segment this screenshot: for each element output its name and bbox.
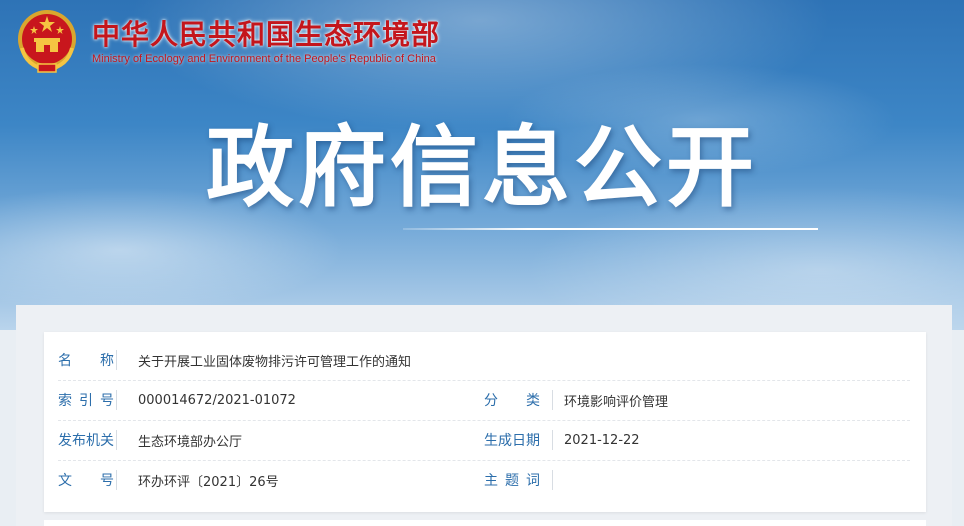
banner-underline	[403, 228, 818, 230]
publisher-value: 生态环境部办公厅	[138, 434, 243, 450]
info-row-doc-no: 文 号 环办环评〔2021〕26号 主 题 词	[58, 460, 910, 500]
doc-no-value: 环办环评〔2021〕26号	[138, 474, 279, 490]
name-label: 名 称	[58, 350, 117, 370]
site-logo[interactable]: 中华人民共和国生态环境部 Ministry of Ecology and Env…	[16, 8, 440, 74]
info-row-index: 索 引 号 000014672/2021-01072 分 类 环境影响评价管理	[58, 380, 910, 421]
org-name-cn: 中华人民共和国生态环境部	[92, 17, 441, 51]
info-row-publisher: 发布机关 生态环境部办公厅 生成日期 2021-12-22	[58, 420, 910, 461]
date-label: 生成日期	[484, 430, 553, 450]
subject-label: 主 题 词	[484, 470, 553, 490]
date-value: 2021-12-22	[564, 432, 640, 448]
info-row-name: 名 称 关于开展工业固体废物排污许可管理工作的通知	[58, 340, 910, 381]
doc-no-label: 文 号	[58, 470, 117, 490]
org-name-en: Ministry of Ecology and Environment of t…	[92, 52, 436, 65]
hero-banner: 中华人民共和国生态环境部 Ministry of Ecology and Env…	[0, 0, 964, 330]
publisher-label: 发布机关	[58, 430, 117, 450]
category-label: 分 类	[484, 390, 553, 410]
national-emblem-icon	[18, 10, 76, 73]
banner-title: 政府信息公开	[205, 116, 758, 219]
document-info-card: 名 称 关于开展工业固体废物排污许可管理工作的通知 索 引 号 00001467…	[44, 332, 926, 512]
name-value: 关于开展工业固体废物排污许可管理工作的通知	[138, 354, 412, 370]
next-card-edge	[44, 520, 926, 526]
index-value: 000014672/2021-01072	[138, 392, 296, 408]
category-value: 环境影响评价管理	[564, 394, 669, 410]
index-label: 索 引 号	[58, 390, 117, 410]
